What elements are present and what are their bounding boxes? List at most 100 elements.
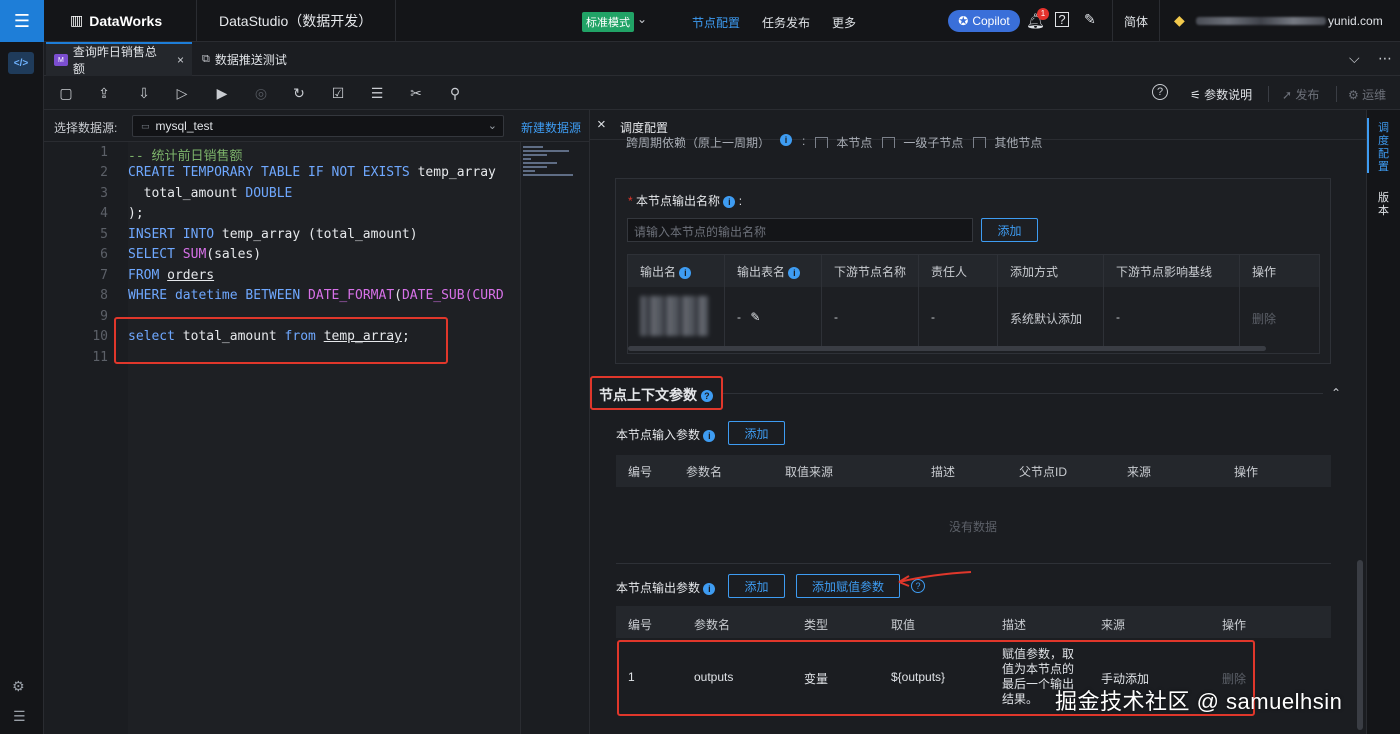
sliders-icon: ⚟ <box>1190 88 1201 102</box>
cycle-option-other[interactable]: 其他节点 <box>973 134 1042 148</box>
column-divider <box>821 255 822 347</box>
info-icon[interactable]: i <box>723 195 736 208</box>
code-line-7: FROM orders <box>128 268 214 283</box>
tab-query-sales[interactable]: M 查询昨日销售总额 × <box>46 42 192 76</box>
copilot-label: Copilot <box>972 14 1010 28</box>
info-icon[interactable]: i <box>703 429 716 442</box>
lineage-icon[interactable]: ⚲ <box>446 84 464 102</box>
column-divider <box>1239 255 1240 347</box>
chevron-down-icon[interactable]: ⌄ <box>637 12 647 26</box>
more-icon[interactable]: ⋯ <box>1378 50 1392 67</box>
close-icon[interactable]: × <box>177 53 184 67</box>
column-header: 下游节点名称 <box>834 265 907 279</box>
info-icon[interactable]: i <box>780 134 793 146</box>
new-datasource-link[interactable]: 新建数据源 <box>521 119 581 136</box>
upload-icon[interactable]: ⇪ <box>95 84 113 102</box>
column-header: 来源 <box>1101 618 1126 632</box>
code-line-2: CREATE TEMPORARY TABLE IF NOT EXISTS tem… <box>128 165 496 180</box>
cycle-option-self[interactable]: 本节点 <box>815 134 872 148</box>
checkbox[interactable] <box>815 137 829 148</box>
add-output-param-button[interactable]: 添加 <box>728 574 785 598</box>
code-line-6: SELECT SUM(sales) <box>128 247 261 262</box>
nav-more[interactable]: 更多 <box>832 14 856 31</box>
account-suffix: yunid.com <box>1328 14 1383 28</box>
edit-icon[interactable]: ✎ <box>750 310 760 324</box>
check-icon[interactable]: ☑ <box>329 84 347 102</box>
save-icon[interactable]: ▢ <box>57 84 75 102</box>
publish-button[interactable]: ➚ 发布 <box>1282 86 1319 103</box>
circle-chevron-icon[interactable]: ⌵ <box>1349 50 1360 67</box>
close-icon[interactable]: × <box>597 116 606 133</box>
info-icon[interactable]: i <box>679 266 692 279</box>
run-with-params-icon[interactable]: ▶ <box>213 84 231 102</box>
stop-icon[interactable]: ◎ <box>252 84 270 102</box>
gear-icon[interactable]: ⚙ <box>12 678 25 695</box>
minimap-line <box>523 174 573 176</box>
rail-tab-schedule[interactable]: 调度配置 <box>1378 122 1390 174</box>
params-help-button[interactable]: ⚟ 参数说明 <box>1190 86 1252 103</box>
line-number: 7 <box>100 268 108 283</box>
code-function: SUM <box>182 247 207 262</box>
studio-title[interactable]: DataStudio（数据开发） <box>196 0 396 42</box>
copilot-button[interactable]: ✪ Copilot <box>948 10 1020 32</box>
code-identifier: (sales) <box>206 247 262 262</box>
line-number: 4 <box>100 206 108 221</box>
mode-badge[interactable]: 标准模式 <box>582 12 634 32</box>
refresh-icon[interactable]: ↻ <box>290 84 308 102</box>
column-header: 操作 <box>1234 465 1259 479</box>
code-keyword: SELECT <box>128 247 183 262</box>
add-input-param-button[interactable]: 添加 <box>728 421 785 445</box>
tools-icon[interactable]: ✂ <box>407 84 425 102</box>
rail-tab-version[interactable]: 版本 <box>1378 192 1390 218</box>
add-output-button[interactable]: 添加 <box>981 218 1038 242</box>
datasource-select[interactable]: ▭ mysql_test ⌄ <box>132 115 504 137</box>
minimap[interactable] <box>520 142 589 734</box>
wrench-icon[interactable]: ✎ <box>1084 11 1096 28</box>
colon: : <box>802 134 806 148</box>
format-icon[interactable]: ☰ <box>368 84 386 102</box>
table-cell: 系统默认添加 <box>1010 312 1083 326</box>
nav-node-config[interactable]: 节点配置 <box>692 14 740 31</box>
column-header: 输出名 i <box>640 263 692 280</box>
tab-data-push[interactable]: ⧉ 数据推送测试 <box>194 42 334 76</box>
option-label: 其他节点 <box>994 136 1043 148</box>
column-header: 操作 <box>1252 265 1277 279</box>
horizontal-scrollbar[interactable] <box>628 346 1266 351</box>
hamburger-menu-icon[interactable]: ☰ <box>0 0 44 42</box>
column-header: 父节点ID <box>1019 465 1068 479</box>
info-icon[interactable]: i <box>703 582 716 595</box>
vertical-scrollbar[interactable] <box>1357 560 1363 730</box>
info-icon[interactable]: i <box>788 266 801 279</box>
line-number: 11 <box>92 350 108 365</box>
column-header: 参数名 <box>694 618 731 632</box>
diamond-icon: ◆ <box>1174 12 1185 28</box>
brand-logo[interactable]: ▥ DataWorks <box>70 12 162 29</box>
left-rail <box>0 42 44 734</box>
menu-icon[interactable]: ☰ <box>13 708 26 725</box>
checkbox[interactable] <box>882 137 896 148</box>
column-header: 责任人 <box>931 265 968 279</box>
account-name[interactable]: yunid.com <box>1196 14 1386 28</box>
code-icon[interactable]: </> <box>8 52 34 74</box>
table-cell: - <box>1116 310 1120 324</box>
add-assign-param-button[interactable]: 添加赋值参数 <box>796 574 900 598</box>
datasource-label: 选择数据源: <box>54 121 118 135</box>
ops-icon: ⚙ <box>1348 88 1359 102</box>
checkbox[interactable] <box>973 137 987 148</box>
code-function: (CURD <box>464 288 504 303</box>
chevron-up-icon[interactable]: ⌃ <box>1331 386 1341 400</box>
output-name-input[interactable]: 请输入本节点的输出名称 <box>627 218 973 242</box>
notification-badge: 1 <box>1037 8 1049 20</box>
run-icon[interactable]: ▷ <box>173 84 191 102</box>
help-icon[interactable]: ? <box>1152 84 1168 100</box>
delete-link[interactable]: 删除 <box>1252 310 1276 327</box>
ops-button[interactable]: ⚙ 运维 <box>1348 86 1386 103</box>
label-text: 本节点输出名称 <box>636 194 721 208</box>
nav-task-publish[interactable]: 任务发布 <box>762 14 810 31</box>
cycle-option-child[interactable]: 一级子节点 <box>882 134 963 148</box>
language-switch[interactable]: 简体 <box>1112 0 1160 42</box>
help-icon[interactable]: ? <box>1055 12 1069 27</box>
download-icon[interactable]: ⇩ <box>135 84 153 102</box>
arrow-annotation <box>898 571 972 587</box>
publish-label: 发布 <box>1295 88 1320 102</box>
